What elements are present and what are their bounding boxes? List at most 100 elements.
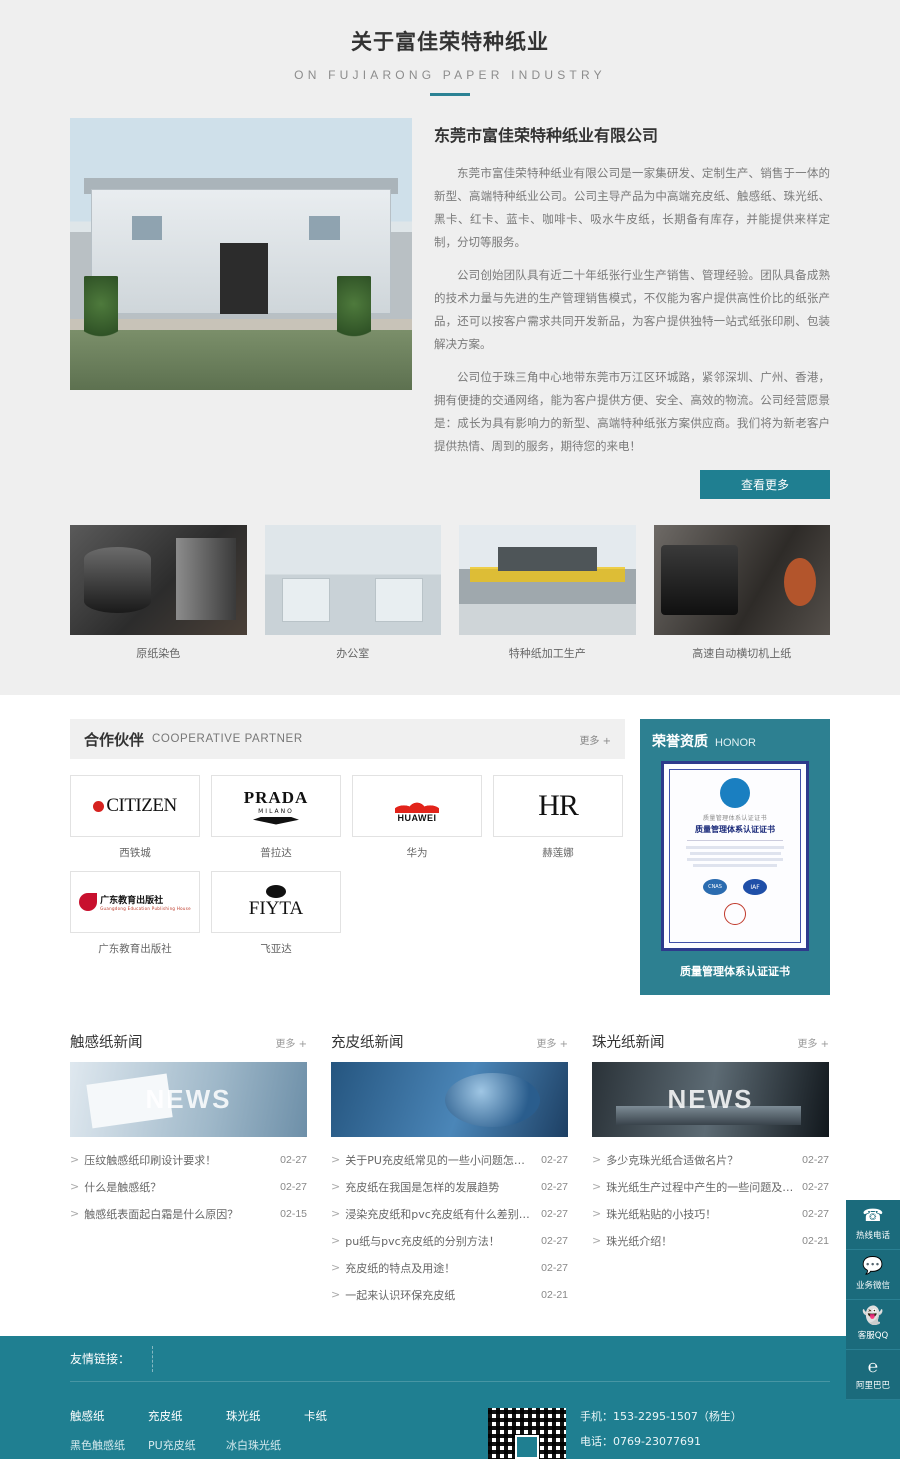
thumbnail-caption: 特种纸加工生产 — [508, 647, 586, 660]
news-item-date: 02-27 — [541, 1207, 568, 1220]
footer-category-head[interactable]: 珠光纸 — [226, 1408, 304, 1424]
prada-logo: PRADA MILANO — [211, 775, 341, 837]
footer-category-head[interactable]: 触感纸 — [70, 1408, 148, 1424]
about-paragraph-2: 公司创始团队具有近二十年纸张行业生产销售、管理经验。团队具备成熟的技术力量与先进… — [434, 268, 830, 351]
partner-title-cn: 合作伙伴 — [84, 730, 145, 749]
footer-link[interactable]: PU充皮纸 — [148, 1437, 226, 1453]
thumbnail-image — [264, 525, 441, 635]
rail-item-wechat[interactable]: 💬 业务微信 — [846, 1250, 900, 1300]
thumbnail-item[interactable]: 特种纸加工生产 — [459, 525, 636, 661]
about-body: 东莞市富佳荣特种纸业有限公司 东莞市富佳荣特种纸业有限公司是一家集研发、定制生产… — [70, 118, 830, 499]
partner-logo-item[interactable]: CITIZEN 西铁城 — [70, 775, 200, 860]
news-list-item[interactable]: > 浸染充皮纸和pvc充皮纸有什么差别，… 02-27 — [331, 1200, 568, 1227]
news-header: 触感纸新闻 更多 + — [70, 1031, 307, 1062]
chevron-right-icon: > — [331, 1153, 341, 1166]
friendly-links-label: 友情链接： — [70, 1345, 154, 1372]
partner-logo-item[interactable]: FIYTA 飞亚达 — [211, 871, 341, 956]
chevron-right-icon: > — [331, 1207, 341, 1220]
rail-label: 客服QQ — [857, 1331, 889, 1341]
footer-link[interactable]: 冰白珠光纸 — [226, 1437, 304, 1453]
news-item-date: 02-27 — [541, 1180, 568, 1193]
rail-item-hotline[interactable]: ☎ 热线电话 — [846, 1200, 900, 1250]
page-title: 关于富佳荣特种纸业 — [351, 30, 549, 54]
footer-category-head[interactable]: 卡纸 — [304, 1408, 382, 1424]
partner-logo-caption: 普拉达 — [260, 847, 292, 859]
footer-main: 触感纸 黑色触感纸 天鹅绒触感纸 红色触感纸 进口触感纸 PU触感纸 充皮纸 P… — [70, 1382, 830, 1459]
news-list-item[interactable]: > 一起来认识环保充皮纸 02-21 — [331, 1281, 568, 1308]
news-more-link[interactable]: 更多 + — [797, 1035, 829, 1050]
thumbnail-caption: 原纸染色 — [136, 647, 181, 660]
friendly-links-bar: 友情链接： — [70, 1336, 830, 1382]
chevron-right-icon: > — [331, 1288, 341, 1301]
iaf-mark: IAF — [743, 879, 767, 895]
news-title: 珠光纸新闻 — [592, 1035, 665, 1051]
qq-icon: 👻 — [862, 1306, 884, 1326]
about-section: 关于富佳荣特种纸业 ON FUJIARONG PAPER INDUSTRY 东莞… — [0, 0, 900, 695]
news-list-item[interactable]: > 关于PU充皮纸常见的一些小问题怎么解… 02-27 — [331, 1146, 568, 1173]
news-list-item[interactable]: > 充皮纸在我国是怎样的发展趋势 02-27 — [331, 1173, 568, 1200]
contact-mobile: 手机：153-2295-1507（杨生） — [580, 1410, 742, 1423]
honor-title-en: HONOR — [715, 737, 756, 749]
partner-more-link[interactable]: 更多 + — [579, 732, 611, 747]
news-item-date: 02-27 — [802, 1153, 829, 1166]
news-item-date: 02-15 — [280, 1207, 307, 1220]
rail-item-alibaba[interactable]: ℮ 阿里巴巴 — [846, 1350, 900, 1400]
news-image[interactable]: NEWS — [70, 1062, 307, 1137]
title-underline — [430, 93, 470, 96]
news-more-link[interactable]: 更多 + — [536, 1035, 568, 1050]
news-list: > 多少克珠光纸合适做名片？ 02-27 > 珠光纸生产过程中产生的一些问题及解… — [592, 1146, 829, 1254]
view-more-button[interactable]: 查看更多 — [700, 470, 830, 499]
certificate-image[interactable]: 质量管理体系认证证书 质量管理体系认证证书 CNAS IAF — [661, 761, 809, 951]
thumbnail-item[interactable]: 原纸染色 — [70, 525, 247, 661]
news-item-date: 02-27 — [541, 1234, 568, 1247]
rail-item-qq[interactable]: 👻 客服QQ — [846, 1300, 900, 1350]
partner-logo-caption: 西铁城 — [119, 847, 151, 859]
news-list-item[interactable]: > 珠光纸介绍！ 02-21 — [592, 1227, 829, 1254]
footer-nav: 触感纸 黑色触感纸 天鹅绒触感纸 红色触感纸 进口触感纸 PU触感纸 充皮纸 P… — [70, 1408, 488, 1459]
partner-logo-item[interactable]: HR 赫莲娜 — [493, 775, 623, 860]
news-list-item[interactable]: > 触感纸表面起白霜是什么原因？ 02-15 — [70, 1200, 307, 1227]
news-list-item[interactable]: > 充皮纸的特点及用途！ 02-27 — [331, 1254, 568, 1281]
news-list-item[interactable]: > 什么是触感纸？ 02-27 — [70, 1173, 307, 1200]
alibaba-icon: ℮ — [867, 1357, 879, 1376]
footer-category-head[interactable]: 充皮纸 — [148, 1408, 226, 1424]
cert-title: 质量管理体系认证证书 — [695, 825, 775, 834]
chevron-right-icon: > — [592, 1207, 602, 1220]
news-item-text: 珠光纸粘贴的小技巧！ — [606, 1207, 717, 1221]
news-image[interactable] — [331, 1062, 568, 1137]
qr-code-block: 富佳荣公众号 — [488, 1408, 566, 1459]
partner-logo-item[interactable]: PRADA MILANO 普拉达 — [211, 775, 341, 860]
news-item-text: pu纸与pvc充皮纸的分别方法！ — [345, 1234, 500, 1248]
gdjy-logo: 广东教育出版社 Guangdong Education Publishing H… — [70, 871, 200, 933]
partner-logo-item[interactable]: 广东教育出版社 Guangdong Education Publishing H… — [70, 871, 200, 956]
thumbnail-row: 原纸染色 办公室 特种纸加工生产 高速自动横切机上纸 — [70, 525, 830, 661]
contact-phone: 电话：0769-23077691 — [580, 1435, 701, 1448]
chevron-right-icon: > — [592, 1234, 602, 1247]
chevron-right-icon: > — [592, 1153, 602, 1166]
partner-logo-item[interactable]: HUAWEI 华为 — [352, 775, 482, 860]
news-list-item[interactable]: > 多少克珠光纸合适做名片？ 02-27 — [592, 1146, 829, 1173]
news-list: > 压纹触感纸印刷设计要求！ 02-27 > 什么是触感纸？ 02-27 > 触… — [70, 1146, 307, 1227]
about-paragraph-3: 公司位于珠三角中心地带东莞市万江区环城路，紧邻深圳、广州、香港，拥有便捷的交通网… — [434, 370, 830, 453]
news-more-link[interactable]: 更多 + — [275, 1035, 307, 1050]
partner-header: 合作伙伴 COOPERATIVE PARTNER 更多 + — [70, 719, 625, 759]
news-list-item[interactable]: > 珠光纸生产过程中产生的一些问题及解决… 02-27 — [592, 1173, 829, 1200]
news-item-date: 02-27 — [802, 1207, 829, 1220]
news-title: 充皮纸新闻 — [331, 1035, 404, 1051]
contact-block: 手机：153-2295-1507（杨生） 电话：0769-23077691 传真… — [580, 1408, 830, 1459]
site-footer: 友情链接： 触感纸 黑色触感纸 天鹅绒触感纸 红色触感纸 进口触感纸 PU触感纸… — [0, 1336, 900, 1459]
news-item-text: 关于PU充皮纸常见的一些小问题怎么解… — [345, 1153, 534, 1167]
news-list-item[interactable]: > 珠光纸粘贴的小技巧！ 02-27 — [592, 1200, 829, 1227]
news-item-text: 浸染充皮纸和pvc充皮纸有什么差别，… — [345, 1207, 534, 1221]
news-list-item[interactable]: > pu纸与pvc充皮纸的分别方法！ 02-27 — [331, 1227, 568, 1254]
news-item-date: 02-27 — [280, 1153, 307, 1166]
thumbnail-item[interactable]: 办公室 — [264, 525, 441, 661]
news-image[interactable]: NEWS — [592, 1062, 829, 1137]
footer-link[interactable]: 黑色触感纸 — [70, 1437, 148, 1453]
news-item-text: 触感纸表面起白霜是什么原因？ — [84, 1207, 239, 1221]
news-item-text: 多少克珠光纸合适做名片？ — [606, 1153, 739, 1167]
news-list-item[interactable]: > 压纹触感纸印刷设计要求！ 02-27 — [70, 1146, 307, 1173]
chevron-right-icon: > — [70, 1153, 80, 1166]
thumbnail-item[interactable]: 高速自动横切机上纸 — [653, 525, 830, 661]
news-item-date: 02-27 — [280, 1180, 307, 1193]
